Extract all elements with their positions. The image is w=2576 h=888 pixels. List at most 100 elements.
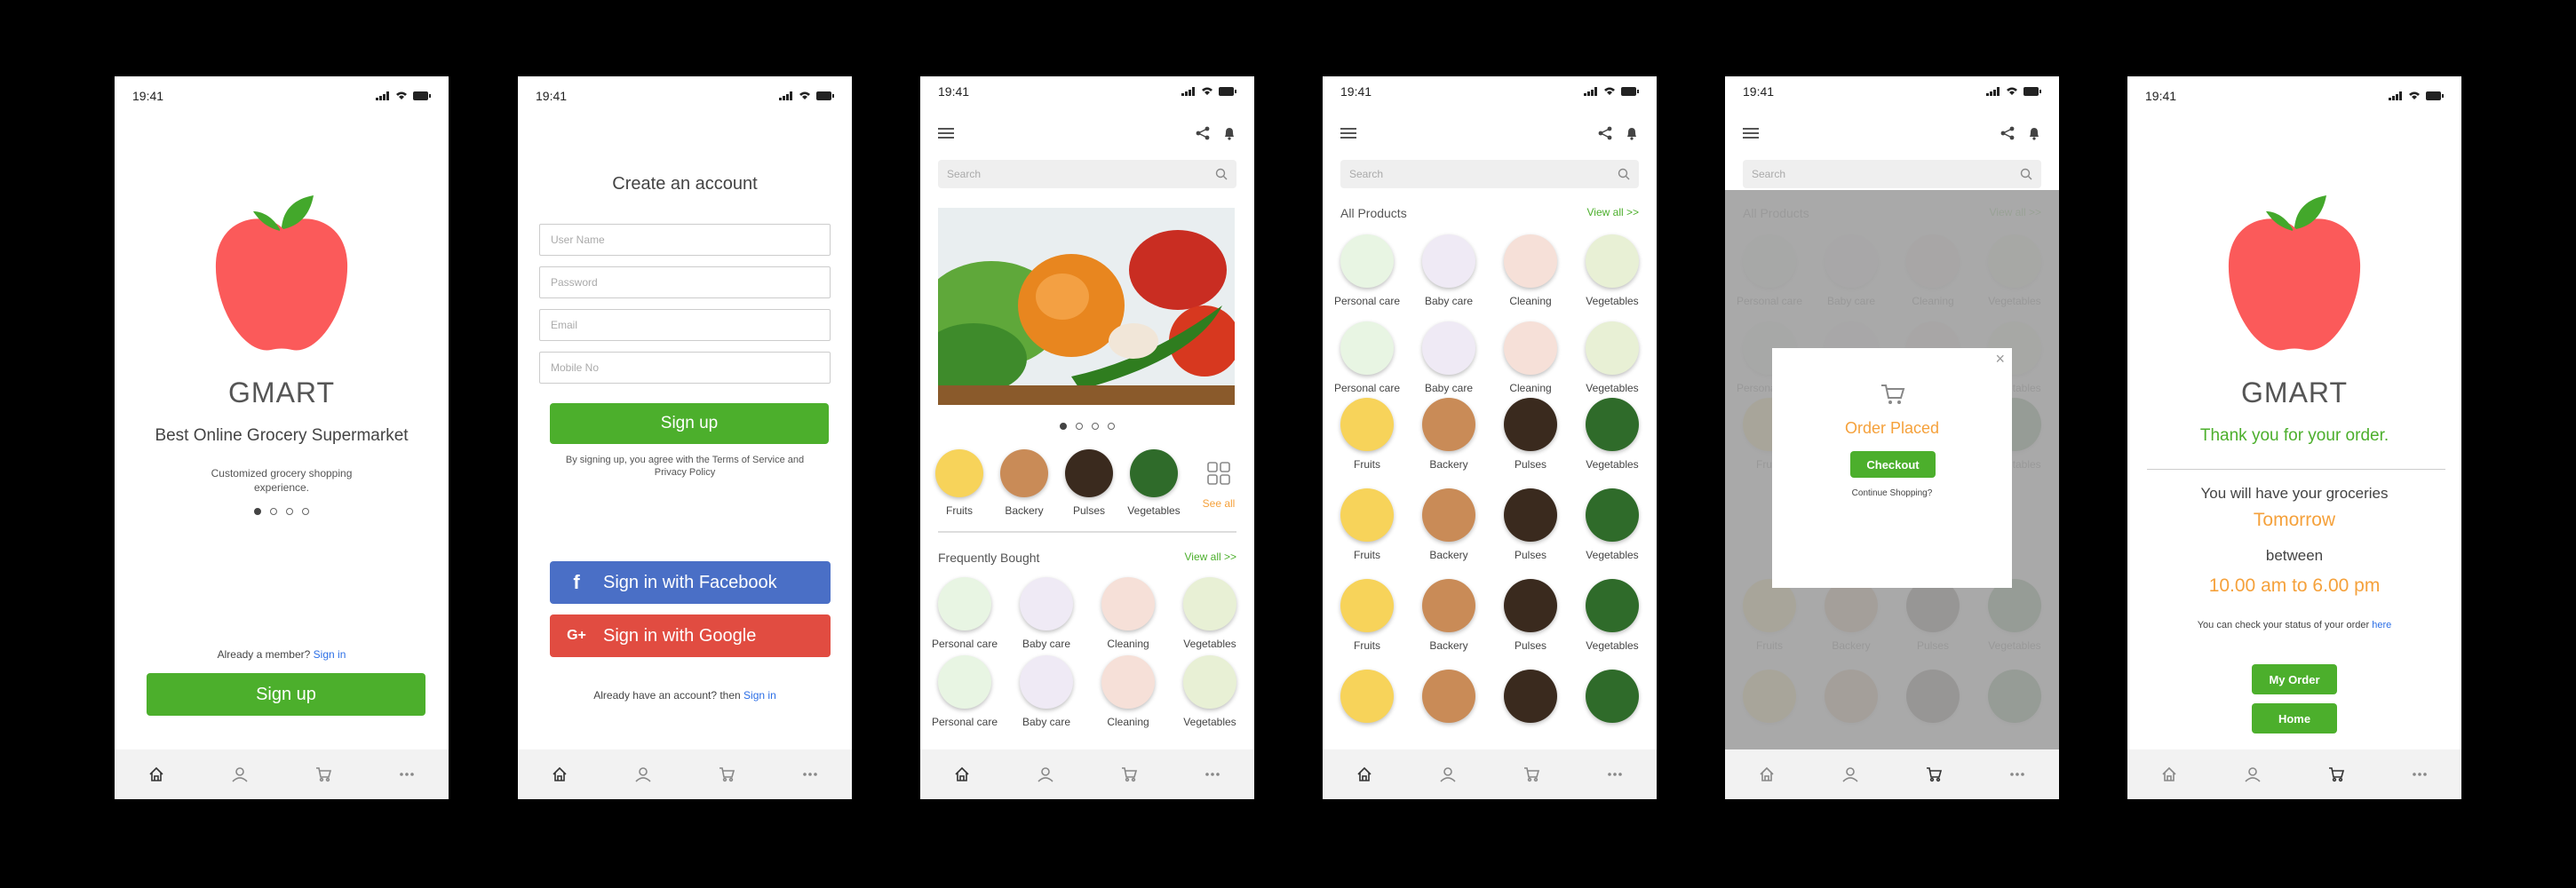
home-button[interactable]: Home xyxy=(2252,703,2337,733)
product-item[interactable] xyxy=(1408,670,1490,723)
order-status-link[interactable]: here xyxy=(2372,620,2391,630)
nav-cart[interactable] xyxy=(1514,757,1549,792)
close-icon[interactable]: × xyxy=(1995,350,2005,369)
product-item[interactable]: Pulses xyxy=(1490,488,1571,561)
nav-home[interactable] xyxy=(139,757,174,792)
product-item[interactable]: Vegetables xyxy=(1169,655,1251,728)
nav-cart[interactable] xyxy=(1111,757,1147,792)
continue-shopping-link[interactable]: Continue Shopping? xyxy=(1772,488,2012,498)
nav-profile[interactable] xyxy=(222,757,258,792)
product-item[interactable]: Pulses xyxy=(1490,579,1571,652)
view-all-link[interactable]: View all >> xyxy=(1587,206,1639,220)
nav-cart[interactable] xyxy=(1916,757,1952,792)
share-icon[interactable] xyxy=(1598,126,1612,140)
username-input[interactable]: User Name xyxy=(539,224,831,256)
see-all-button[interactable]: See all xyxy=(1192,449,1245,517)
nav-cart[interactable] xyxy=(306,757,341,792)
nav-profile[interactable] xyxy=(625,757,661,792)
product-item[interactable]: Baby care xyxy=(1006,655,1087,728)
nav-home[interactable] xyxy=(542,757,577,792)
product-item[interactable]: Personal care xyxy=(924,655,1006,728)
menu-icon[interactable] xyxy=(1743,127,1759,139)
menu-icon[interactable] xyxy=(938,127,954,139)
share-icon[interactable] xyxy=(1196,126,1210,140)
nav-more[interactable] xyxy=(2000,757,2035,792)
nav-home[interactable] xyxy=(1347,757,1382,792)
banner-image[interactable] xyxy=(938,208,1235,405)
category-item[interactable]: Pulses xyxy=(1062,449,1116,517)
pager-dot[interactable] xyxy=(254,508,261,515)
product-item[interactable]: Personal care xyxy=(924,577,1006,650)
checkout-button[interactable]: Checkout xyxy=(1850,451,1936,478)
product-item[interactable]: Vegetables xyxy=(1571,398,1653,471)
product-item[interactable]: Cleaning xyxy=(1490,321,1571,394)
bell-icon[interactable] xyxy=(1625,126,1639,140)
search-input[interactable]: Search xyxy=(1743,160,2041,188)
product-item[interactable]: Personal care xyxy=(1326,321,1408,394)
product-item[interactable]: Cleaning xyxy=(1087,655,1169,728)
menu-icon[interactable] xyxy=(1340,127,1356,139)
facebook-signin-button[interactable]: f Sign in with Facebook xyxy=(550,561,831,604)
signup-button[interactable]: Sign up xyxy=(550,403,829,444)
product-item[interactable] xyxy=(1571,670,1653,723)
nav-cart[interactable] xyxy=(2318,757,2354,792)
product-item[interactable]: Cleaning xyxy=(1087,577,1169,650)
mobile-input[interactable]: Mobile No xyxy=(539,352,831,384)
nav-more[interactable] xyxy=(1195,757,1230,792)
nav-profile[interactable] xyxy=(1833,757,1868,792)
pager-dot[interactable] xyxy=(1076,423,1083,430)
nav-cart[interactable] xyxy=(709,757,744,792)
product-item[interactable]: Vegetables xyxy=(1571,234,1653,307)
pager-dot[interactable] xyxy=(1060,423,1067,430)
nav-more[interactable] xyxy=(1597,757,1633,792)
bell-icon[interactable] xyxy=(2027,126,2041,140)
product-item[interactable]: Backery xyxy=(1408,579,1490,652)
nav-more[interactable] xyxy=(2402,757,2437,792)
product-item[interactable]: Baby care xyxy=(1408,234,1490,307)
product-item[interactable]: Vegetables xyxy=(1571,488,1653,561)
search-input[interactable]: Search xyxy=(1340,160,1639,188)
product-item[interactable]: Baby care xyxy=(1408,321,1490,394)
product-item[interactable]: Fruits xyxy=(1326,579,1408,652)
password-input[interactable]: Password xyxy=(539,266,831,298)
email-input[interactable]: Email xyxy=(539,309,831,341)
sign-in-link[interactable]: Sign in xyxy=(314,648,346,661)
product-item[interactable]: Backery xyxy=(1408,488,1490,561)
my-order-button[interactable]: My Order xyxy=(2252,664,2337,694)
pager-dot[interactable] xyxy=(286,508,293,515)
nav-more[interactable] xyxy=(389,757,425,792)
product-item[interactable]: Pulses xyxy=(1490,398,1571,471)
nav-profile[interactable] xyxy=(1430,757,1466,792)
pager-dot[interactable] xyxy=(270,508,277,515)
nav-profile[interactable] xyxy=(1028,757,1063,792)
product-item[interactable]: Vegetables xyxy=(1571,321,1653,394)
category-item[interactable]: Backery xyxy=(998,449,1051,517)
view-all-link[interactable]: View all >> xyxy=(1185,551,1236,565)
product-item[interactable]: Vegetables xyxy=(1571,579,1653,652)
product-item[interactable]: Fruits xyxy=(1326,488,1408,561)
share-icon[interactable] xyxy=(2000,126,2015,140)
product-item[interactable]: Vegetables xyxy=(1169,577,1251,650)
category-item[interactable]: Vegetables xyxy=(1127,449,1181,517)
nav-profile[interactable] xyxy=(2235,757,2270,792)
nav-home[interactable] xyxy=(944,757,980,792)
pager-dot[interactable] xyxy=(1108,423,1115,430)
sign-in-link[interactable]: Sign in xyxy=(743,689,776,702)
pager-dot[interactable] xyxy=(302,508,309,515)
bell-icon[interactable] xyxy=(1222,126,1236,140)
google-signin-button[interactable]: G+ Sign in with Google xyxy=(550,614,831,657)
nav-home[interactable] xyxy=(2151,757,2187,792)
search-input[interactable]: Search xyxy=(938,160,1236,188)
product-item[interactable] xyxy=(1490,670,1571,723)
pager-dot[interactable] xyxy=(1092,423,1099,430)
nav-home[interactable] xyxy=(1749,757,1785,792)
signup-button[interactable]: Sign up xyxy=(147,673,425,716)
product-item[interactable]: Backery xyxy=(1408,398,1490,471)
product-item[interactable]: Baby care xyxy=(1006,577,1087,650)
product-item[interactable]: Cleaning xyxy=(1490,234,1571,307)
category-item[interactable]: Fruits xyxy=(933,449,986,517)
product-item[interactable] xyxy=(1326,670,1408,723)
nav-more[interactable] xyxy=(792,757,828,792)
product-item[interactable]: Fruits xyxy=(1326,398,1408,471)
product-item[interactable]: Personal care xyxy=(1326,234,1408,307)
